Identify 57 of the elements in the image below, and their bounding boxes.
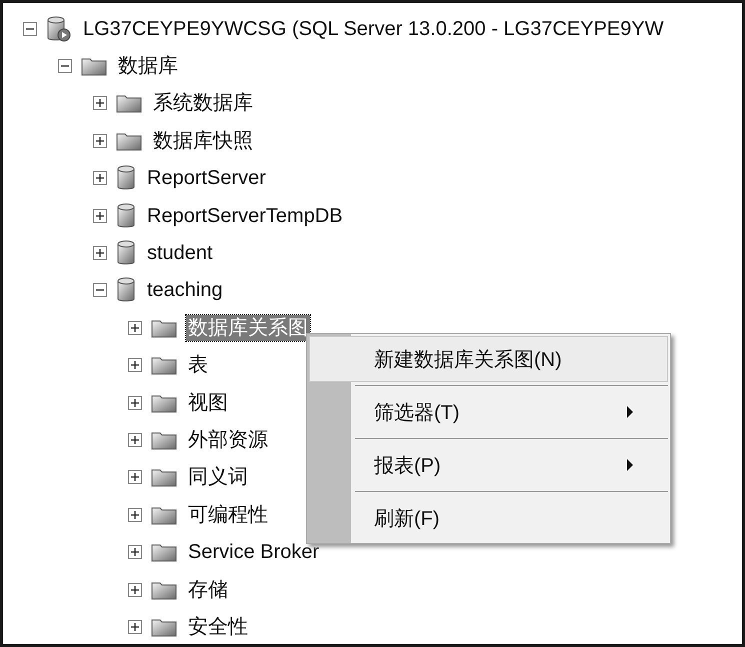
folder-icon [151, 355, 177, 376]
tree-item[interactable]: 表 [186, 352, 210, 378]
folder-icon [116, 93, 142, 114]
tree-item[interactable]: 视图 [186, 390, 230, 416]
menu-item[interactable]: 报表(P) [309, 442, 668, 488]
tree-item[interactable]: ReportServerTempDB [145, 202, 345, 229]
submenu-arrow-icon [626, 458, 634, 472]
menu-item[interactable]: 刷新(F) [309, 495, 668, 541]
expand-icon[interactable] [128, 396, 142, 410]
expand-icon[interactable] [93, 171, 107, 186]
folder-icon [151, 580, 177, 600]
expand-icon[interactable] [128, 620, 142, 634]
expand-icon[interactable] [128, 508, 142, 522]
tree-item[interactable]: ReportServer [145, 165, 268, 192]
database-icon [116, 202, 136, 229]
folder-icon [151, 504, 177, 525]
folder-icon [151, 467, 177, 488]
tree-item[interactable]: student [145, 240, 215, 266]
tree-item[interactable]: Service Broker [186, 539, 322, 566]
expand-icon[interactable] [128, 582, 142, 597]
tree-item[interactable]: 安全性 [186, 614, 250, 640]
collapse-icon[interactable] [93, 283, 107, 298]
tree-item[interactable]: teaching [145, 277, 225, 304]
expand-icon[interactable] [93, 96, 107, 110]
database-icon [116, 240, 136, 266]
folder-icon [151, 430, 177, 450]
collapse-icon[interactable] [23, 22, 37, 36]
expand-icon[interactable] [128, 320, 142, 335]
expand-icon[interactable] [128, 545, 142, 560]
expand-icon[interactable] [93, 134, 107, 148]
expand-icon[interactable] [128, 470, 142, 484]
collapse-icon[interactable] [58, 59, 72, 74]
database-icon [116, 165, 136, 192]
expand-icon[interactable] [128, 432, 142, 447]
folder-icon [81, 56, 107, 76]
expand-icon[interactable] [93, 246, 107, 260]
tree-item[interactable]: 外部资源 [186, 426, 270, 453]
tree-item[interactable]: 存储 [186, 576, 230, 603]
tree-item[interactable]: 数据库快照 [151, 128, 255, 154]
tree-item[interactable]: 数据库 [116, 53, 180, 80]
server-icon [46, 16, 72, 42]
tree-item[interactable]: 可编程性 [186, 502, 270, 528]
tree-item[interactable]: 同义词 [186, 464, 250, 490]
submenu-arrow-icon [626, 405, 634, 419]
tree-item[interactable]: 数据库关系图 [186, 314, 310, 341]
folder-icon [116, 130, 142, 151]
expand-icon[interactable] [128, 358, 142, 372]
tree-item[interactable]: LG37CEYPE9YWCSG (SQL Server 13.0.200 - LG37CEYPE9YW [81, 16, 666, 42]
folder-icon [151, 616, 177, 637]
folder-icon [151, 318, 177, 338]
expand-icon[interactable] [93, 208, 107, 223]
database-icon [116, 277, 136, 304]
tree-item[interactable]: 系统数据库 [151, 90, 255, 116]
menu-item[interactable]: 筛选器(T) [309, 389, 668, 435]
menu-item[interactable]: 新建数据库关系图(N) [309, 336, 668, 382]
folder-icon [151, 392, 177, 413]
folder-icon [151, 542, 177, 562]
